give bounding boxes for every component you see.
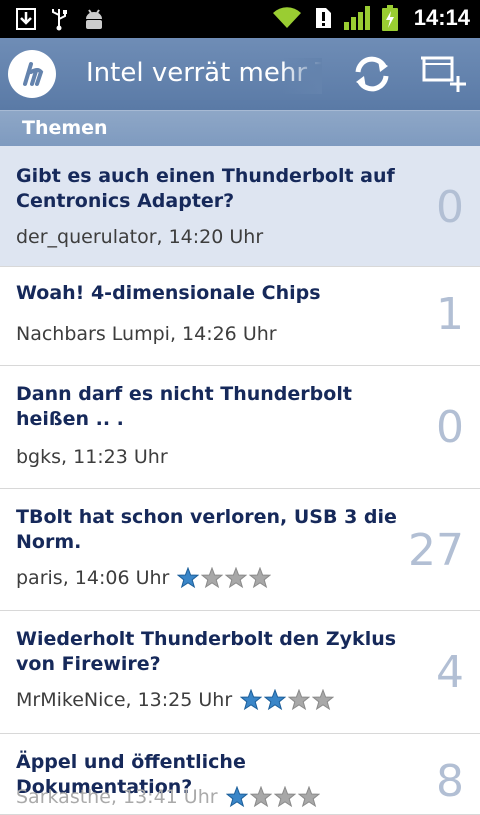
rating-stars [240, 689, 335, 711]
topic-title: Woah! 4-dimensionale Chips [16, 282, 321, 304]
status-bar: 14:14 [0, 0, 480, 38]
reply-count: 0 [436, 402, 464, 453]
star-filled-icon [225, 786, 248, 808]
topic-item[interactable]: Gibt es auch einen Thunderbolt auf Centr… [0, 146, 480, 267]
download-icon [16, 8, 36, 30]
topic-item[interactable]: Woah! 4-dimensionale Chips Nachbars Lump… [0, 267, 480, 366]
article-title: Intel verrät mehr Thunderbolt [86, 58, 322, 94]
refresh-icon [355, 56, 389, 92]
star-empty-icon [201, 567, 224, 589]
star-empty-icon [249, 567, 272, 589]
topic-meta: paris, 14:06 Uhr [16, 567, 272, 589]
star-empty-icon [312, 689, 335, 711]
reply-count: 1 [436, 289, 464, 340]
new-topic-icon [421, 56, 466, 92]
heise-logo-icon[interactable] [8, 50, 56, 98]
topic-author-time: der_querulator, 14:20 Uhr [16, 226, 264, 248]
topic-title: Gibt es auch einen Thunderbolt auf Centr… [16, 165, 395, 212]
topic-author-time: Nachbars Lumpi, 14:26 Uhr [16, 323, 277, 345]
star-empty-icon [297, 786, 320, 808]
topic-meta: Sarkasthe, 13:41 Uhr [16, 786, 320, 808]
reply-count: 27 [408, 525, 464, 576]
section-label: Themen [22, 117, 108, 139]
topic-meta: bgks, 11:23 Uhr [16, 446, 168, 468]
star-empty-icon [225, 567, 248, 589]
reply-count: 4 [436, 647, 464, 698]
action-bar: Intel verrät mehr Thunderbolt [0, 38, 480, 110]
topic-title: Dann darf es nicht Thunderbolt heißen ..… [16, 383, 352, 430]
topic-title: Wiederholt Thunderbolt den Zyklus von Fi… [16, 628, 397, 675]
topic-item[interactable]: Äppel und öffentliche Dokumentation? Sar… [0, 734, 480, 815]
topic-item[interactable]: Dann darf es nicht Thunderbolt heißen ..… [0, 366, 480, 489]
topic-meta: der_querulator, 14:20 Uhr [16, 226, 263, 248]
star-empty-icon [273, 786, 296, 808]
wifi-icon [272, 6, 302, 30]
rating-stars [177, 567, 272, 589]
android-debug-icon [82, 8, 106, 30]
reply-count: 0 [436, 182, 464, 233]
refresh-button[interactable] [350, 52, 394, 96]
rating-stars [225, 786, 320, 808]
topic-meta: Nachbars Lumpi, 14:26 Uhr [16, 323, 277, 345]
star-filled-icon [240, 689, 263, 711]
signal-icon [343, 6, 370, 30]
topic-author-time: bgks, 11:23 Uhr [16, 446, 168, 468]
alert-icon [314, 6, 332, 30]
usb-icon [50, 7, 68, 31]
star-filled-icon [177, 567, 200, 589]
reply-count: 8 [436, 756, 464, 807]
topic-author-time: Sarkasthe, 13:41 Uhr [16, 786, 218, 808]
star-empty-icon [249, 786, 272, 808]
topic-item[interactable]: TBolt hat schon verloren, USB 3 die Norm… [0, 489, 480, 611]
topic-author-time: MrMikeNice, 13:25 Uhr [16, 689, 233, 711]
topic-list[interactable]: Gibt es auch einen Thunderbolt auf Centr… [0, 146, 480, 815]
topic-meta: MrMikeNice, 13:25 Uhr [16, 689, 335, 711]
new-topic-button[interactable] [420, 52, 468, 96]
star-filled-icon [264, 689, 287, 711]
topic-title: TBolt hat schon verloren, USB 3 die Norm… [16, 506, 397, 553]
battery-charging-icon [381, 5, 398, 31]
topic-author-time: paris, 14:06 Uhr [16, 567, 170, 589]
status-time: 14:14 [413, 5, 470, 30]
section-header: Themen [0, 110, 480, 147]
star-empty-icon [288, 689, 311, 711]
topic-item[interactable]: Wiederholt Thunderbolt den Zyklus von Fi… [0, 611, 480, 734]
